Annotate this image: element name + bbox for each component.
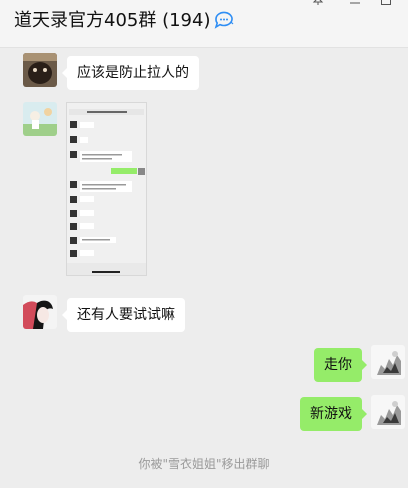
message-bubble[interactable]: 还有人要试试嘛 xyxy=(62,298,185,332)
message-image[interactable] xyxy=(66,102,147,276)
message-bubble[interactable]: 应该是防止拉人的 xyxy=(62,56,199,90)
message-bubble[interactable]: 走你 xyxy=(314,348,367,382)
minimize-icon[interactable] xyxy=(349,0,361,6)
chat-header: 道天录官方405群 (194) xyxy=(0,0,408,48)
avatar[interactable] xyxy=(23,53,57,87)
group-title: 道天录官方405群 (194) xyxy=(14,10,211,31)
pin-icon[interactable] xyxy=(312,0,324,6)
avatar[interactable] xyxy=(371,395,405,429)
message-bubble[interactable]: 新游戏 xyxy=(300,397,367,431)
avatar[interactable] xyxy=(23,102,57,136)
avatar[interactable] xyxy=(371,345,405,379)
maximize-icon[interactable] xyxy=(380,0,392,6)
chat-bubble-icon[interactable] xyxy=(213,11,235,31)
avatar[interactable] xyxy=(23,295,57,329)
system-notice: 你被"雪衣姐姐"移出群聊 xyxy=(138,457,270,471)
